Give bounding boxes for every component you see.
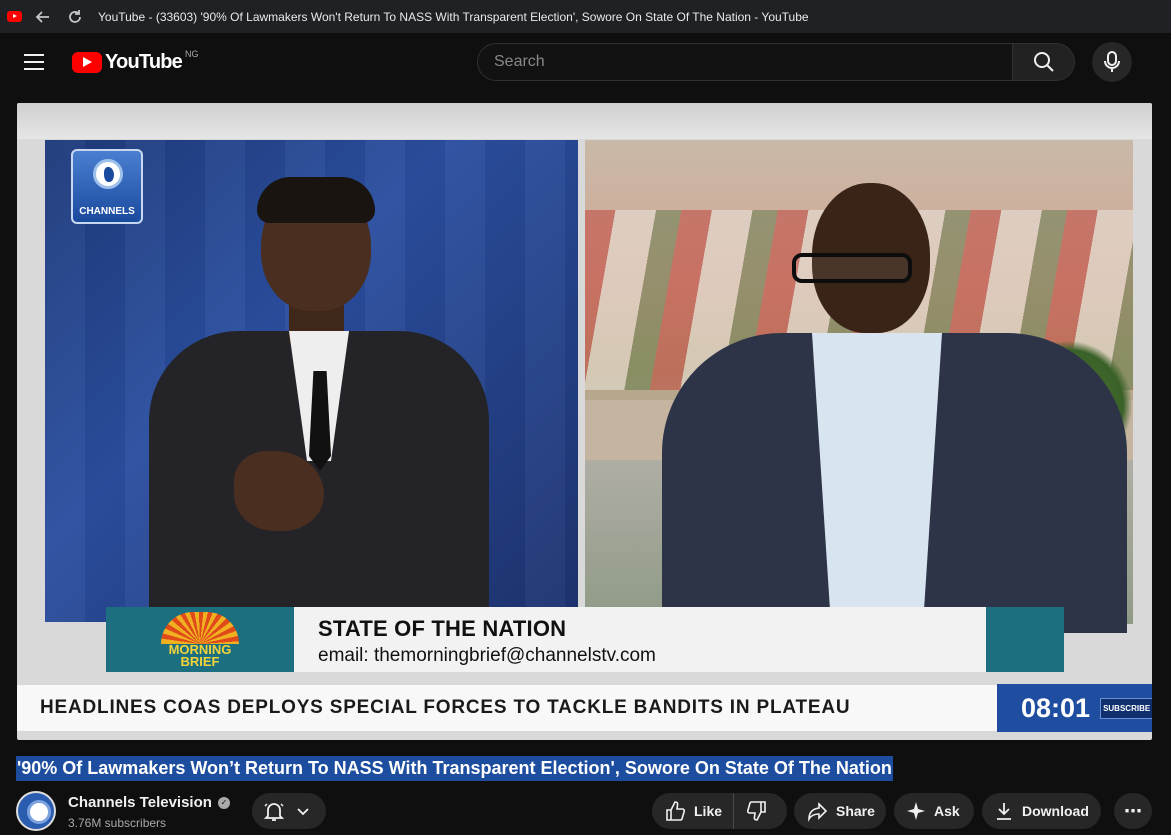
download-icon: [997, 803, 1011, 820]
lower-third-end-block: [986, 607, 1064, 672]
like-dislike-group: Like: [652, 793, 787, 829]
region-code: NG: [184, 48, 199, 59]
video-title-text: '90% Of Lawmakers Won’t Return To NASS W…: [16, 756, 893, 781]
segment-email: email: themorningbrief@channelstv.com: [318, 645, 656, 666]
back-arrow-icon[interactable]: [32, 6, 54, 28]
youtube-masthead: YouTube NG: [0, 33, 1171, 91]
show-logo-line-2: BRIEF: [180, 653, 220, 669]
menu-icon[interactable]: [24, 54, 44, 70]
share-icon: [808, 802, 828, 822]
verified-check-icon: ✓: [217, 796, 230, 809]
news-ticker: HEADLINES COAS DEPLOYS SPECIAL FORCES TO…: [17, 684, 1152, 732]
channel-name-text[interactable]: Channels Television: [68, 794, 212, 811]
lower-third-banner: MORNING BRIEF STATE OF THE NATION email:…: [106, 607, 1064, 672]
share-button[interactable]: Share: [794, 793, 886, 829]
subscribe-badge: SUBSCRIBE: [1100, 697, 1152, 719]
youtube-favicon-icon: [7, 11, 22, 22]
voice-search-button[interactable]: [1092, 42, 1132, 82]
subscriber-count: 3.76M subscribers: [68, 816, 167, 830]
sunrise-icon: [161, 611, 239, 644]
ticker-clock: 08:01: [1021, 692, 1091, 723]
video-player[interactable]: CHANNELS MORNING BRIEF STATE OF THE NATI…: [17, 103, 1152, 740]
browser-tab-bar: YouTube - (33603) '90% Of Lawmakers Won'…: [0, 0, 1171, 33]
like-label: Like: [694, 803, 723, 819]
microphone-icon: [1104, 51, 1120, 72]
glasses: [792, 253, 912, 283]
studio-background: [17, 103, 1152, 139]
globe-icon: [93, 159, 123, 189]
ask-button[interactable]: Ask: [894, 793, 974, 829]
logo-text: YouTube: [105, 51, 183, 73]
thumbs-down-icon: [746, 801, 766, 821]
thumbs-up-icon: [666, 801, 686, 821]
tab-title: YouTube - (33603) '90% Of Lawmakers Won'…: [98, 9, 809, 24]
search-box: [477, 43, 1013, 81]
share-label: Share: [836, 803, 875, 819]
dislike-button[interactable]: [734, 800, 768, 822]
youtube-play-icon: [72, 52, 102, 73]
video-title: '90% Of Lawmakers Won’t Return To NASS W…: [16, 755, 893, 782]
notification-bell-button[interactable]: [252, 793, 326, 829]
chevron-down-icon: [297, 808, 309, 816]
download-label: Download: [1022, 803, 1089, 819]
ticker-headline: HEADLINES COAS DEPLOYS SPECIAL FORCES TO…: [40, 697, 851, 718]
sparkle-icon: [907, 802, 925, 820]
channel-avatar[interactable]: [16, 791, 56, 831]
search-icon: [1033, 52, 1054, 72]
ask-label: Ask: [934, 803, 960, 819]
channel-name[interactable]: Channels Television ✓: [68, 794, 230, 811]
download-button[interactable]: Download: [982, 793, 1101, 829]
search-input[interactable]: [494, 53, 1012, 71]
bell-icon: [263, 803, 285, 821]
youtube-logo[interactable]: YouTube NG: [72, 48, 199, 74]
presenter-figure: [129, 177, 489, 631]
segment-title: STATE OF THE NATION: [318, 616, 567, 641]
reload-icon[interactable]: [64, 6, 86, 28]
more-actions-button[interactable]: ⋯: [1114, 793, 1152, 829]
search-button[interactable]: [1013, 43, 1075, 81]
guest-figure: [642, 183, 1127, 633]
like-button[interactable]: Like: [652, 793, 734, 829]
more-icon: ⋯: [1124, 800, 1142, 821]
ticker-clock-box: 08:01 SUBSCRIBE: [997, 684, 1152, 732]
morning-brief-logo: MORNING BRIEF: [106, 607, 294, 672]
